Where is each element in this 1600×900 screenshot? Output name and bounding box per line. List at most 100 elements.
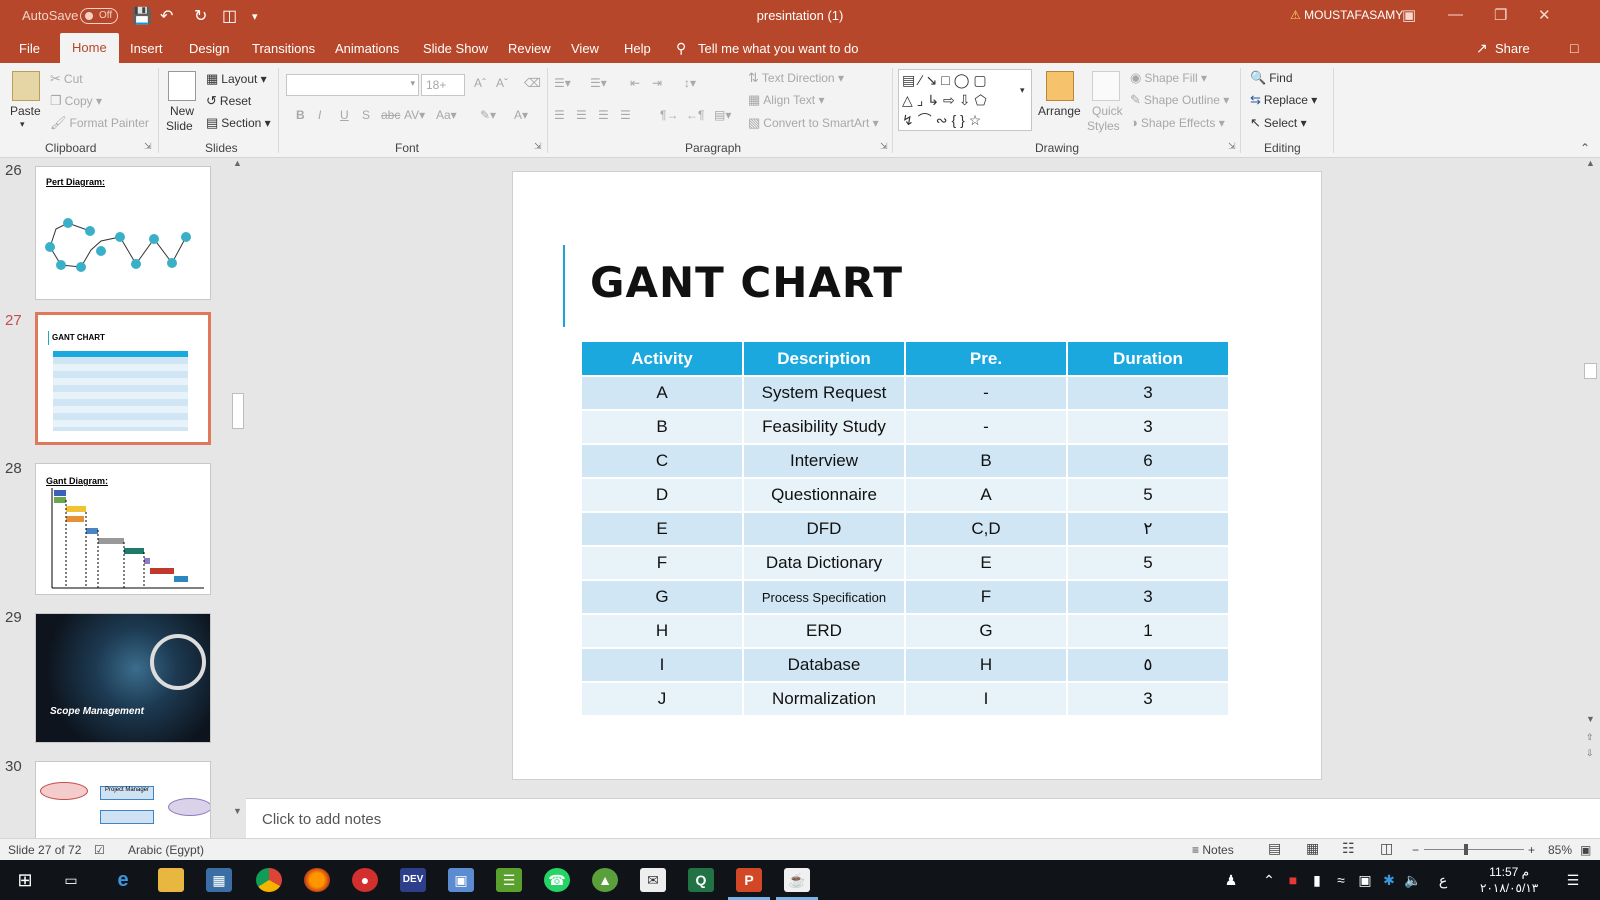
slideshow-view-icon[interactable]: ◫ [1380, 840, 1393, 857]
thumbnail-scroll-thumb[interactable] [232, 393, 244, 429]
tab-review[interactable]: Review [508, 41, 551, 56]
tab-file[interactable]: File [19, 41, 40, 56]
file-explorer-icon[interactable] [158, 868, 184, 892]
convert-smartart-button[interactable]: ▧ Convert to SmartArt ▾ [748, 115, 879, 131]
slide-scrollbar[interactable]: ▲ ▼ ⇧ ⇩ [1582, 158, 1600, 798]
zoom-slider[interactable] [1424, 849, 1524, 850]
cell-pre[interactable]: B [906, 445, 1066, 477]
new-slide-label-2[interactable]: Slide [166, 119, 193, 133]
font-launcher-icon[interactable]: ⇲ [534, 141, 542, 152]
cell-activity[interactable]: I [582, 649, 742, 681]
cell-pre[interactable]: - [906, 377, 1066, 409]
start-slideshow-icon[interactable]: ◫ [222, 6, 237, 26]
tab-design[interactable]: Design [189, 41, 229, 56]
increase-indent-icon[interactable]: ⇥ [652, 76, 662, 90]
slide-scroll-thumb[interactable] [1584, 363, 1597, 379]
collapse-ribbon-icon[interactable]: ⌃ [1580, 141, 1590, 155]
slide-thumbnail-26[interactable]: Pert Diagram: [35, 166, 211, 300]
cut-button[interactable]: ✂ Cut [50, 71, 83, 87]
cell-duration[interactable]: 3 [1068, 581, 1228, 613]
edge-icon[interactable]: e [110, 868, 136, 892]
tab-insert[interactable]: Insert [130, 41, 163, 56]
cell-description[interactable]: Database [744, 649, 904, 681]
cell-pre[interactable]: C,D [906, 513, 1066, 545]
layers-app-icon[interactable]: ☰ [496, 868, 522, 892]
increase-font-icon[interactable]: Aˆ [474, 76, 486, 90]
chrome-icon[interactable] [256, 868, 282, 892]
ltr-icon[interactable]: ¶→ [660, 108, 678, 122]
redo-icon[interactable]: ↻ [194, 6, 207, 26]
copy-button[interactable]: ❐ Copy ▾ [50, 93, 102, 109]
tab-home[interactable]: Home [60, 33, 119, 63]
clipboard-launcher-icon[interactable]: ⇲ [144, 141, 152, 152]
numbering-icon[interactable]: ☰▾ [590, 76, 607, 90]
notes-pane[interactable]: Click to add notes [246, 798, 1600, 838]
qt-icon[interactable]: Q [688, 868, 714, 892]
drawing-launcher-icon[interactable]: ⇲ [1228, 141, 1236, 152]
clear-formatting-icon[interactable]: ⌫ [524, 76, 541, 90]
notes-placeholder[interactable]: Click to add notes [262, 811, 381, 828]
display-icon[interactable]: ▣ [1352, 868, 1378, 892]
reading-view-icon[interactable]: ☷ [1342, 840, 1355, 857]
columns-icon[interactable]: ▤▾ [714, 108, 731, 122]
cell-activity[interactable]: J [582, 683, 742, 715]
tab-help[interactable]: Help [624, 41, 651, 56]
autosave-toggle[interactable]: Off [80, 8, 118, 24]
cell-duration[interactable]: 1 [1068, 615, 1228, 647]
header-pre[interactable]: Pre. [906, 342, 1066, 375]
justify-icon[interactable]: ☰ [620, 108, 631, 122]
save-icon[interactable]: 💾 [132, 6, 152, 26]
line-spacing-icon[interactable]: ↕▾ [684, 76, 696, 90]
cell-description[interactable]: Normalization [744, 683, 904, 715]
close-icon[interactable]: ✕ [1538, 6, 1551, 24]
font-size-field[interactable]: 18+ [421, 74, 465, 96]
screen-recorder-icon[interactable]: ● [352, 868, 378, 892]
zoom-out-icon[interactable]: − [1412, 843, 1419, 857]
cell-activity[interactable]: E [582, 513, 742, 545]
ribbon-display-options-icon[interactable]: ▣ [1402, 6, 1416, 24]
tray-app-icon[interactable]: ■ [1280, 868, 1306, 892]
powerpoint-icon[interactable]: P [736, 868, 762, 892]
paste-button[interactable]: Paste [10, 104, 41, 118]
cell-duration[interactable]: 3 [1068, 377, 1228, 409]
arrange-button[interactable]: Arrange [1038, 104, 1081, 118]
shape-outline-button[interactable]: ✎ Shape Outline ▾ [1130, 92, 1229, 108]
mail-icon[interactable]: ✉ [640, 868, 666, 892]
cell-activity[interactable]: H [582, 615, 742, 647]
windows-start-icon[interactable]: ⊞ [12, 868, 38, 892]
cell-pre[interactable]: E [906, 547, 1066, 579]
quick-styles-label-1[interactable]: Quick [1092, 104, 1123, 118]
font-name-field[interactable]: ▾ [286, 74, 419, 96]
zoom-in-icon[interactable]: + [1528, 843, 1535, 857]
android-studio-icon[interactable]: ▲ [592, 868, 618, 892]
previous-slide-icon[interactable]: ⇧ [1586, 732, 1594, 743]
paste-icon[interactable] [12, 71, 40, 101]
thumbnail-scrollbar[interactable]: ▲ ▼ [230, 158, 246, 838]
bullets-icon[interactable]: ☰▾ [554, 76, 571, 90]
minimize-icon[interactable]: — [1448, 6, 1463, 23]
underline-icon[interactable]: U [340, 108, 349, 122]
decrease-font-icon[interactable]: Aˇ [496, 76, 508, 90]
cell-description[interactable]: DFD [744, 513, 904, 545]
action-center-icon[interactable]: ☰ [1560, 868, 1586, 892]
battery-icon[interactable]: ▮ [1304, 868, 1330, 892]
cell-description[interactable]: Interview [744, 445, 904, 477]
font-color-icon[interactable]: A▾ [514, 108, 528, 122]
cell-activity[interactable]: D [582, 479, 742, 511]
dev-cpp-icon[interactable]: DEV [400, 868, 426, 892]
cell-duration[interactable]: 5 [1068, 547, 1228, 579]
store-icon[interactable]: ▦ [206, 868, 232, 892]
wifi-icon[interactable]: ≈ [1328, 868, 1354, 892]
slide-thumbnail-30[interactable]: Project Manager [35, 761, 211, 838]
align-center-icon[interactable]: ☰ [576, 108, 587, 122]
italic-icon[interactable]: I [318, 108, 321, 122]
scroll-down-icon[interactable]: ▼ [233, 806, 242, 816]
new-slide-label-1[interactable]: New [170, 104, 194, 118]
share-button[interactable]: Share [1495, 41, 1530, 56]
java-icon[interactable]: ☕ [784, 868, 810, 892]
cell-description[interactable]: Data Dictionary [744, 547, 904, 579]
bluetooth-icon[interactable]: ✱ [1376, 868, 1402, 892]
cell-duration[interactable]: 3 [1068, 411, 1228, 443]
format-painter-button[interactable]: 🖌 Format Painter [50, 115, 149, 131]
cell-pre[interactable]: F [906, 581, 1066, 613]
